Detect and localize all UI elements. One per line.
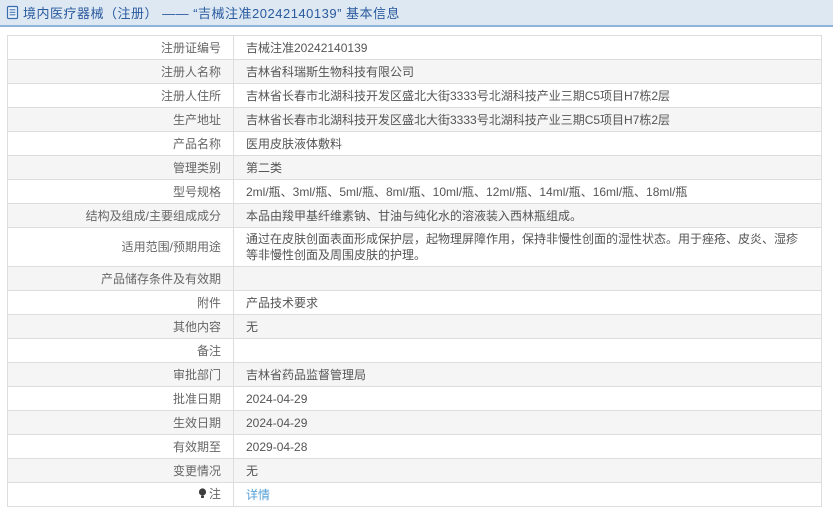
- row-value: 无: [233, 314, 822, 339]
- row-value: 通过在皮肤创面表面形成保护层，起物理屏障作用，保持非慢性创面的湿性状态。用于痤疮…: [233, 227, 822, 267]
- row-label: 备注: [7, 338, 234, 363]
- row-label: 注册证编号: [7, 35, 234, 60]
- table-row: 批准日期 2024-04-29: [7, 386, 822, 411]
- table-row: 其他内容 无: [7, 314, 822, 339]
- table-row: 产品储存条件及有效期: [7, 266, 822, 291]
- document-icon: [6, 5, 19, 20]
- row-value: 医用皮肤液体敷料: [233, 131, 822, 156]
- row-label: 结构及组成/主要组成成分: [7, 203, 234, 228]
- registration-info-table: 注册证编号 吉械注准20242140139 注册人名称 吉林省科瑞斯生物科技有限…: [7, 35, 822, 507]
- row-label: 注册人住所: [7, 83, 234, 108]
- row-label: 产品名称: [7, 131, 234, 156]
- row-label: 管理类别: [7, 155, 234, 180]
- row-value: 吉林省科瑞斯生物科技有限公司: [233, 59, 822, 84]
- page-header: 境内医疗器械（注册） —— “吉械注准20242140139” 基本信息: [0, 0, 833, 27]
- row-value: 第二类: [233, 155, 822, 180]
- table-row: 注册人住所 吉林省长春市北湖科技开发区盛北大街3333号北湖科技产业三期C5项目…: [7, 83, 822, 108]
- table-row: 产品名称 医用皮肤液体敷料: [7, 131, 822, 156]
- table-row: 审批部门 吉林省药品监督管理局: [7, 362, 822, 387]
- row-label: 注册人名称: [7, 59, 234, 84]
- row-value: 产品技术要求: [233, 290, 822, 315]
- table-row-note: 注 详情: [7, 482, 822, 507]
- row-label: 变更情况: [7, 458, 234, 483]
- row-value: [233, 266, 822, 291]
- row-value: 吉林省药品监督管理局: [233, 362, 822, 387]
- details-link[interactable]: 详情: [246, 488, 270, 502]
- row-label: 审批部门: [7, 362, 234, 387]
- row-value: 吉林省长春市北湖科技开发区盛北大街3333号北湖科技产业三期C5项目H7栋2层: [233, 83, 822, 108]
- row-label: 生产地址: [7, 107, 234, 132]
- table-row: 变更情况 无: [7, 458, 822, 483]
- table-row: 生产地址 吉林省长春市北湖科技开发区盛北大街3333号北湖科技产业三期C5项目H…: [7, 107, 822, 132]
- row-value: 无: [233, 458, 822, 483]
- table-row: 管理类别 第二类: [7, 155, 822, 180]
- table-row: 型号规格 2ml/瓶、3ml/瓶、5ml/瓶、8ml/瓶、10ml/瓶、12ml…: [7, 179, 822, 204]
- row-value: 详情: [233, 482, 822, 507]
- bulb-icon: [198, 487, 207, 503]
- row-value: 2ml/瓶、3ml/瓶、5ml/瓶、8ml/瓶、10ml/瓶、12ml/瓶、14…: [233, 179, 822, 204]
- row-label: 型号规格: [7, 179, 234, 204]
- row-value: 2024-04-29: [233, 410, 822, 435]
- row-label: 附件: [7, 290, 234, 315]
- table-row: 注册人名称 吉林省科瑞斯生物科技有限公司: [7, 59, 822, 84]
- registration-info-table-wrap: 注册证编号 吉械注准20242140139 注册人名称 吉林省科瑞斯生物科技有限…: [7, 35, 822, 507]
- table-row: 备注: [7, 338, 822, 363]
- table-row: 附件 产品技术要求: [7, 290, 822, 315]
- page-title: 境内医疗器械（注册） —— “吉械注准20242140139” 基本信息: [23, 6, 401, 21]
- row-value: 吉械注准20242140139: [233, 35, 822, 60]
- table-row: 有效期至 2029-04-28: [7, 434, 822, 459]
- row-label: 生效日期: [7, 410, 234, 435]
- row-label: 注: [7, 482, 234, 507]
- table-row: 结构及组成/主要组成成分 本品由羧甲基纤维素钠、甘油与纯化水的溶液装入西林瓶组成…: [7, 203, 822, 228]
- row-label: 批准日期: [7, 386, 234, 411]
- row-value: 吉林省长春市北湖科技开发区盛北大街3333号北湖科技产业三期C5项目H7栋2层: [233, 107, 822, 132]
- row-label: 适用范围/预期用途: [7, 227, 234, 267]
- row-value: 本品由羧甲基纤维素钠、甘油与纯化水的溶液装入西林瓶组成。: [233, 203, 822, 228]
- table-row: 生效日期 2024-04-29: [7, 410, 822, 435]
- row-value: 2024-04-29: [233, 386, 822, 411]
- row-value: [233, 338, 822, 363]
- table-row: 注册证编号 吉械注准20242140139: [7, 35, 822, 60]
- row-label: 产品储存条件及有效期: [7, 266, 234, 291]
- row-label: 其他内容: [7, 314, 234, 339]
- note-label: 注: [208, 487, 221, 501]
- table-row: 适用范围/预期用途 通过在皮肤创面表面形成保护层，起物理屏障作用，保持非慢性创面…: [7, 227, 822, 267]
- row-value: 2029-04-28: [233, 434, 822, 459]
- row-label: 有效期至: [7, 434, 234, 459]
